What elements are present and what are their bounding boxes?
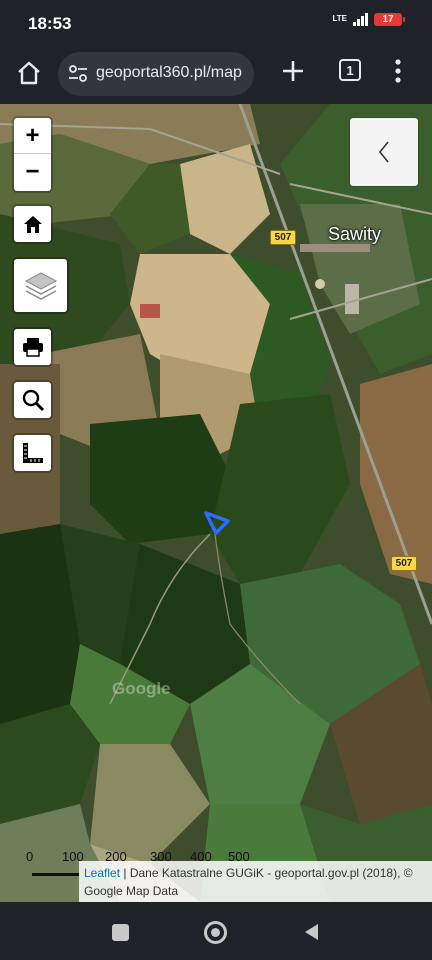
chevron-left-icon (378, 141, 389, 163)
status-icons: LTE 17 (332, 12, 405, 26)
status-bar: 18:53 LTE 17 (0, 0, 432, 46)
battery-level: 17 (382, 13, 394, 25)
print-button[interactable] (14, 329, 51, 365)
home-icon[interactable] (14, 58, 44, 88)
tabs-icon[interactable]: 1 (339, 59, 361, 81)
address-bar[interactable]: geoportal360.pl/map (58, 52, 254, 96)
overflow-menu-icon[interactable] (392, 58, 404, 84)
zoom-out-button[interactable]: − (14, 154, 51, 190)
site-settings-icon[interactable] (68, 65, 88, 83)
layers-icon (24, 271, 57, 300)
map-watermark: Google (112, 679, 171, 698)
panel-toggle-button[interactable] (350, 118, 418, 186)
place-label: Sawity (328, 224, 382, 244)
map-view[interactable]: + − Sawity 507 507 Google 0 100 200 300 … (0, 104, 432, 902)
new-tab-icon[interactable] (280, 58, 306, 84)
print-icon (22, 338, 43, 357)
recents-icon[interactable] (112, 924, 129, 941)
search-button[interactable] (14, 382, 51, 418)
road-label: 507 (391, 556, 417, 571)
back-icon[interactable] (302, 922, 320, 942)
leaflet-link[interactable]: Leaflet (84, 866, 120, 880)
zoom-control: + − (14, 118, 51, 191)
home-icon (23, 216, 42, 233)
scale-label: 0 (26, 849, 34, 864)
signal-icon (353, 12, 368, 26)
road-label: 507 (270, 230, 296, 245)
url-text: geoportal360.pl/map (96, 64, 242, 81)
measure-icon (22, 443, 43, 463)
search-icon (22, 389, 44, 412)
zoom-in-button[interactable]: + (14, 118, 51, 154)
home-button[interactable] (14, 206, 51, 242)
home-button-icon[interactable] (204, 921, 227, 944)
scale-line (32, 873, 80, 876)
map-attribution: Leaflet | Dane Katastralne GUGiK - geopo… (79, 861, 432, 902)
layers-button[interactable] (14, 259, 67, 312)
tab-count: 1 (346, 62, 354, 78)
system-navigation-bar (0, 902, 432, 960)
browser-toolbar: geoportal360.pl/map 1 (0, 46, 432, 104)
location-marker-icon[interactable] (203, 510, 231, 536)
status-time: 18:53 (28, 14, 72, 33)
battery-icon: 17 (374, 12, 405, 26)
measure-button[interactable] (14, 435, 51, 471)
attribution-text: | Dane Katastralne GUGiK - geoportal.gov… (84, 866, 413, 898)
network-type: LTE (332, 14, 347, 23)
